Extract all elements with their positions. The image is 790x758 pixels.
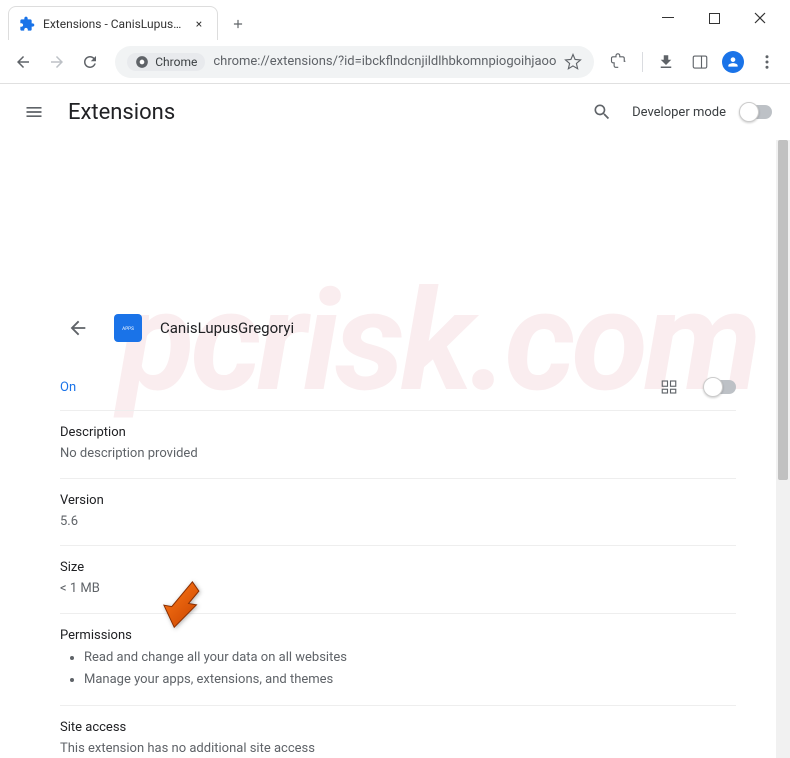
panel-icon (691, 53, 709, 71)
search-icon (592, 102, 612, 122)
tab-title: Extensions - CanisLupusGregor... (43, 17, 183, 31)
site-access-label: Site access (60, 720, 736, 735)
avatar-icon (722, 51, 744, 73)
scrollbar-thumb[interactable] (778, 140, 788, 480)
arrow-back-icon (67, 317, 89, 339)
permission-item: Manage your apps, extensions, and themes (84, 669, 736, 691)
nav-back-button[interactable] (8, 46, 38, 78)
permissions-list: Read and change all your data on all web… (84, 647, 736, 691)
window-titlebar: Extensions - CanisLupusGregor... × (0, 0, 790, 40)
new-tab-button[interactable] (224, 10, 252, 38)
nav-forward-button[interactable] (42, 46, 72, 78)
browser-toolbar: Chrome chrome://extensions/?id=ibckflndc… (0, 40, 790, 84)
svg-text:APPS: APPS (122, 326, 134, 332)
hamburger-icon (24, 102, 44, 122)
site-view-icon[interactable] (660, 378, 678, 396)
chrome-icon (135, 55, 149, 69)
extension-puzzle-icon (19, 16, 35, 32)
extensions-button[interactable] (604, 46, 634, 78)
url-text: chrome://extensions/?id=ibckflndcnjildlh… (213, 54, 556, 69)
window-maximize-button[interactable] (700, 4, 728, 32)
version-label: Version (60, 493, 736, 508)
chrome-chip: Chrome (127, 53, 205, 71)
omnibox-actions (564, 53, 582, 71)
permission-item: Read and change all your data on all web… (84, 647, 736, 669)
downloads-button[interactable] (651, 46, 681, 78)
star-icon[interactable] (564, 53, 582, 71)
on-status-label: On (60, 380, 76, 395)
browser-tab[interactable]: Extensions - CanisLupusGregor... × (8, 6, 218, 40)
chrome-chip-label: Chrome (155, 55, 197, 69)
version-value: 5.6 (60, 512, 736, 532)
arrow-left-icon (14, 53, 32, 71)
arrow-right-icon (48, 53, 66, 71)
page-title: Extensions (68, 100, 175, 125)
hamburger-menu-button[interactable] (18, 96, 50, 128)
toolbar-separator (642, 52, 643, 72)
tab-close-icon[interactable]: × (191, 16, 207, 32)
size-label: Size (60, 560, 736, 575)
extension-name: CanisLupusGregoryi (160, 319, 294, 337)
puzzle-icon (610, 53, 628, 71)
plus-icon (231, 17, 245, 31)
download-icon (657, 53, 675, 71)
window-close-button[interactable] (746, 4, 774, 32)
window-controls (654, 4, 790, 40)
vertical-scrollbar[interactable] (776, 140, 790, 758)
back-button[interactable] (60, 310, 96, 346)
permissions-label: Permissions (60, 628, 736, 643)
size-value: < 1 MB (60, 579, 736, 599)
window-minimize-button[interactable] (654, 4, 682, 32)
extension-enable-toggle[interactable] (704, 380, 736, 394)
extension-detail-panel: pcrisk.com APPS CanisLupusGregoryi On De… (0, 140, 776, 758)
description-value: No description provided (60, 444, 736, 464)
omnibox[interactable]: Chrome chrome://extensions/?id=ibckflndc… (115, 46, 594, 78)
search-button[interactable] (586, 96, 618, 128)
developer-mode-toggle[interactable] (740, 105, 772, 119)
extension-app-icon: APPS (114, 314, 142, 342)
reload-icon (81, 53, 99, 71)
site-access-value: This extension has no additional site ac… (60, 739, 736, 758)
nav-reload-button[interactable] (76, 46, 106, 78)
menu-button[interactable] (752, 46, 782, 78)
maximize-icon (709, 13, 720, 24)
profile-button[interactable] (719, 46, 749, 78)
close-icon (754, 12, 766, 24)
extensions-header: Extensions Developer mode (0, 84, 790, 140)
dots-vertical-icon (758, 53, 776, 71)
description-label: Description (60, 425, 736, 440)
minimize-icon (662, 12, 674, 24)
developer-mode-label: Developer mode (632, 105, 726, 120)
sidepanel-button[interactable] (685, 46, 715, 78)
